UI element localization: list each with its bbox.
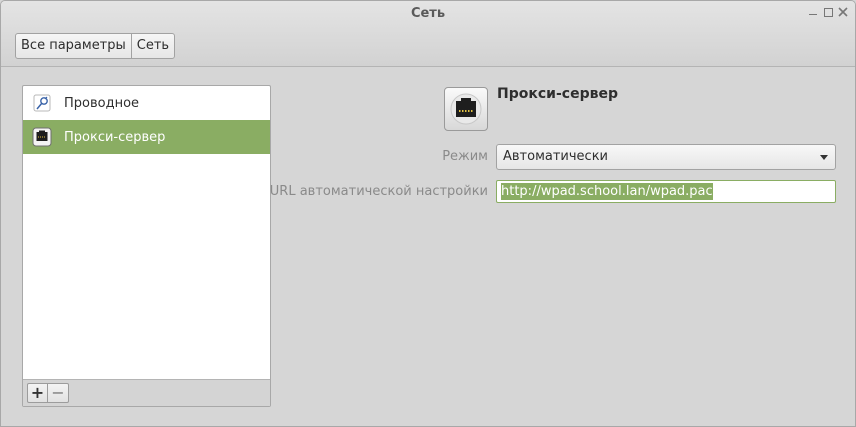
autoconfig-url-value: http://wpad.school.lan/wpad.pac (501, 183, 713, 200)
proxy-server-icon (444, 87, 488, 131)
mode-label: Режим (442, 149, 488, 164)
breadcrumb: Все параметры Сеть (15, 33, 176, 59)
connection-list-toolbar: + − (23, 379, 270, 406)
wired-network-icon (32, 93, 52, 113)
chevron-down-icon (820, 155, 828, 160)
sidebar-item-label: Проводное (64, 95, 140, 111)
sidebar-item-wired[interactable]: Проводное (23, 86, 270, 120)
autoconfig-url-input[interactable]: http://wpad.school.lan/wpad.pac (496, 180, 836, 203)
remove-connection-button[interactable]: − (48, 383, 69, 403)
add-connection-button[interactable]: + (27, 383, 48, 403)
title-bar: Сеть Все параметры Сеть (1, 1, 855, 67)
breadcrumb-all-settings[interactable]: Все параметры (16, 34, 131, 58)
close-button[interactable] (836, 5, 850, 19)
mode-select[interactable]: Автоматически (496, 144, 836, 170)
maximize-button[interactable] (821, 5, 835, 19)
breadcrumb-network[interactable]: Сеть (130, 34, 174, 58)
sidebar-item-proxy[interactable]: Прокси-сервер (23, 120, 270, 154)
network-settings-window: Сеть Все параметры Сеть Проводное Прокси… (0, 0, 856, 427)
sidebar-item-label: Прокси-сервер (64, 129, 166, 145)
connection-list: Проводное Прокси-сервер + − (22, 85, 271, 407)
window-title: Сеть (410, 6, 446, 21)
minimize-button[interactable] (806, 5, 820, 19)
proxy-server-icon (32, 127, 52, 147)
autoconfig-url-label: URL автоматической настройки (269, 184, 488, 199)
page-title: Прокси-сервер (497, 86, 618, 102)
close-icon (838, 7, 848, 17)
mode-select-value: Автоматически (503, 149, 609, 164)
